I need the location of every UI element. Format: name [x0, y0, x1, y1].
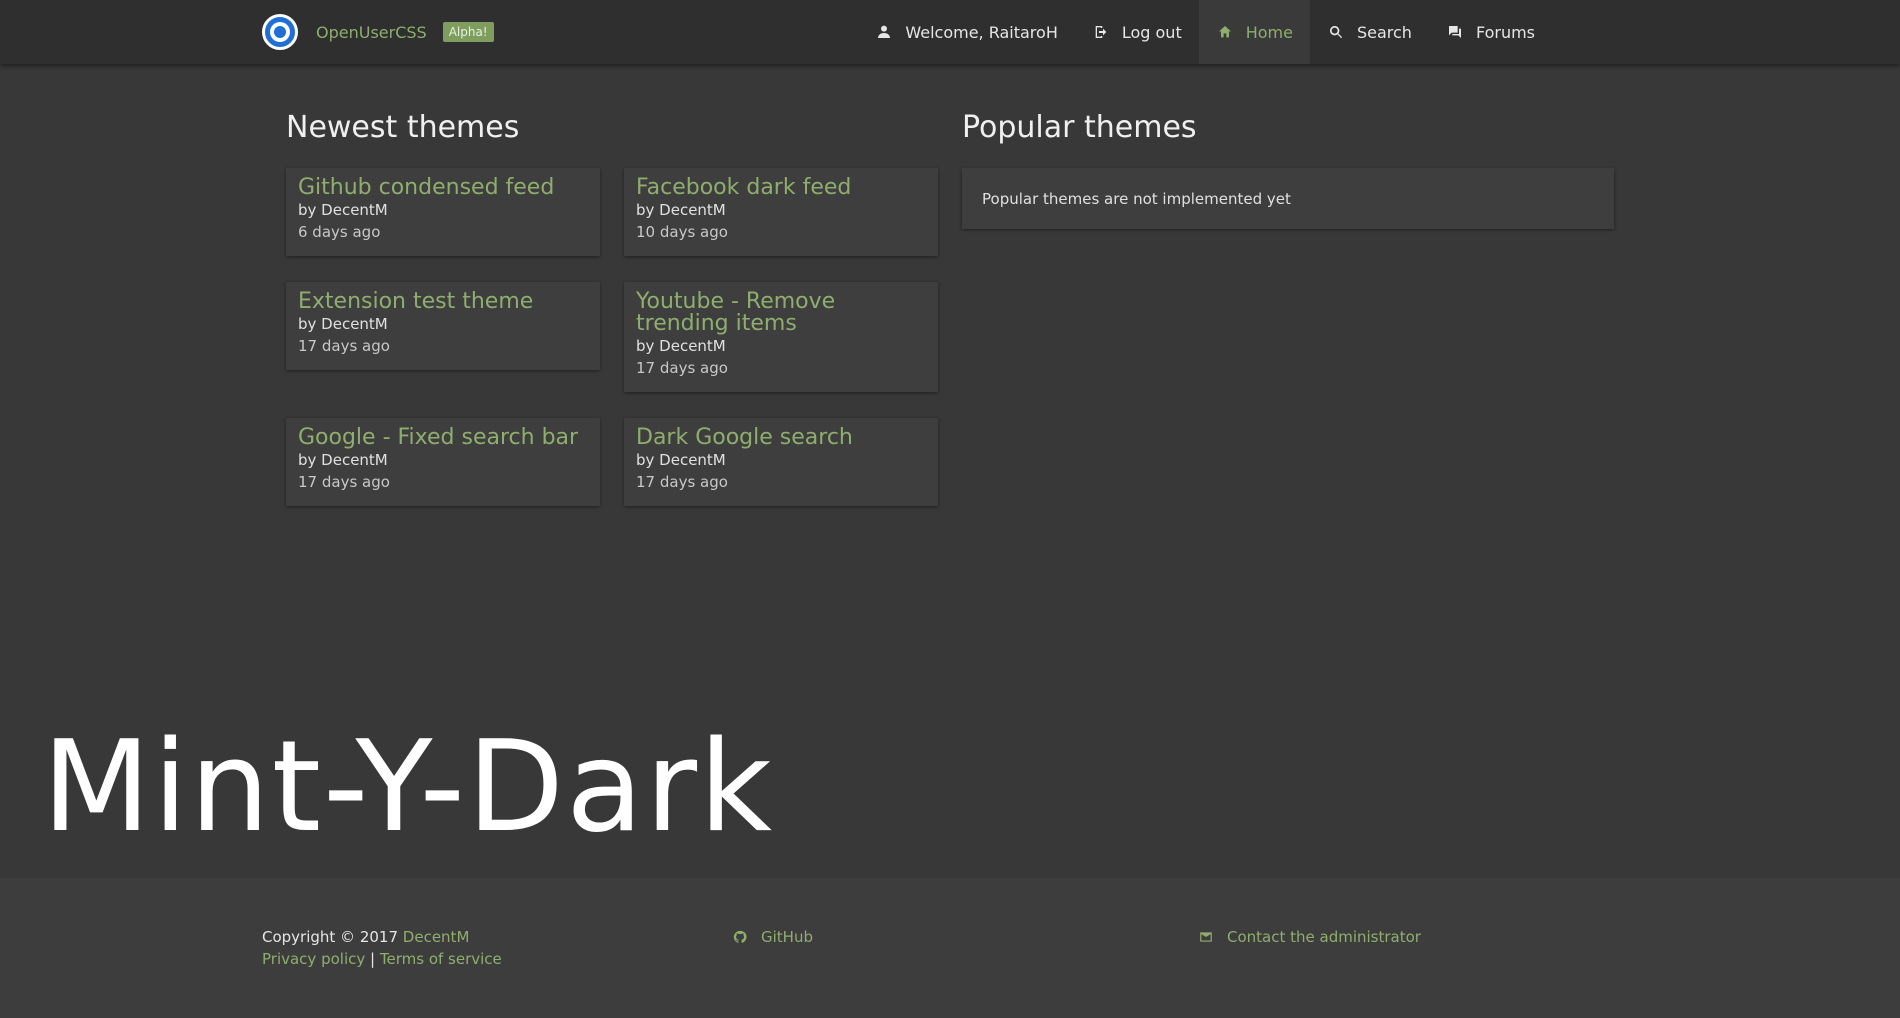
popular-themes-notice: Popular themes are not implemented yet — [962, 168, 1614, 229]
mail-icon — [1198, 929, 1214, 945]
github-link-label: GitHub — [761, 928, 813, 946]
theme-time: 17 days ago — [636, 359, 728, 377]
theme-name-watermark: Mint-Y-Dark — [42, 713, 774, 860]
theme-title[interactable]: Facebook dark feed — [636, 177, 926, 199]
person-icon — [875, 23, 893, 41]
nav-search-label: Search — [1356, 22, 1412, 42]
author-link[interactable]: DecentM — [403, 928, 470, 946]
nav-forums[interactable]: Forums — [1429, 0, 1552, 64]
theme-time: 17 days ago — [298, 473, 390, 491]
newest-themes-section: Newest themes Github condensed feed by D… — [286, 108, 938, 528]
theme-time: 17 days ago — [636, 473, 728, 491]
theme-author: by DecentM — [298, 201, 388, 219]
newest-themes-list: Github condensed feed by DecentM 6 days … — [286, 168, 938, 528]
logout-icon — [1092, 23, 1110, 41]
privacy-policy-link[interactable]: Privacy policy — [262, 950, 365, 968]
top-navbar: OpenUserCSS Alpha! Welcome, RaitaroH Log… — [0, 0, 1900, 64]
nav-welcome-label: Welcome, RaitaroH — [905, 22, 1058, 42]
nav-logout[interactable]: Log out — [1075, 0, 1199, 64]
popular-themes-message: Popular themes are not implemented yet — [982, 189, 1291, 208]
theme-card[interactable]: Google - Fixed search bar by DecentM 17 … — [286, 418, 600, 506]
theme-title[interactable]: Extension test theme — [298, 291, 588, 313]
theme-author: by DecentM — [636, 337, 726, 355]
theme-title[interactable]: Google - Fixed search bar — [298, 427, 588, 449]
theme-time: 17 days ago — [298, 337, 390, 355]
terms-of-service-link[interactable]: Terms of service — [380, 950, 502, 968]
theme-title[interactable]: Dark Google search — [636, 427, 926, 449]
theme-time: 6 days ago — [298, 223, 381, 241]
nav-home[interactable]: Home — [1198, 0, 1310, 64]
contact-admin-link[interactable]: Contact the administrator — [1198, 926, 1421, 948]
openusercss-logo[interactable] — [262, 14, 298, 50]
footer: Copyright © 2017 DecentM Privacy policy … — [0, 878, 1900, 1018]
forum-icon — [1446, 23, 1464, 41]
brand[interactable]: OpenUserCSS Alpha! — [262, 14, 494, 50]
alpha-badge: Alpha! — [442, 22, 494, 42]
nav-home-label: Home — [1245, 22, 1293, 42]
theme-card[interactable]: Extension test theme by DecentM 17 days … — [286, 282, 600, 370]
nav-logout-label: Log out — [1121, 22, 1182, 42]
theme-author: by DecentM — [636, 451, 726, 469]
brand-name[interactable]: OpenUserCSS — [316, 23, 427, 42]
footer-separator: | — [370, 950, 376, 968]
theme-card[interactable]: Dark Google search by DecentM 17 days ag… — [624, 418, 938, 506]
search-icon — [1327, 23, 1345, 41]
newest-themes-title: Newest themes — [286, 110, 520, 145]
theme-title[interactable]: Github condensed feed — [298, 177, 588, 199]
popular-themes-title: Popular themes — [962, 110, 1197, 145]
contact-admin-label: Contact the administrator — [1227, 928, 1421, 946]
home-icon — [1216, 23, 1234, 41]
nav-forums-label: Forums — [1475, 22, 1535, 42]
theme-time: 10 days ago — [636, 223, 728, 241]
nav-welcome[interactable]: Welcome, RaitaroH — [858, 0, 1075, 64]
popular-themes-section: Popular themes Popular themes are not im… — [962, 108, 1614, 229]
theme-card[interactable]: Facebook dark feed by DecentM 10 days ag… — [624, 168, 938, 256]
theme-author: by DecentM — [298, 315, 388, 333]
theme-card[interactable]: Github condensed feed by DecentM 6 days … — [286, 168, 600, 256]
nav-search[interactable]: Search — [1310, 0, 1429, 64]
github-link[interactable]: GitHub — [732, 926, 813, 948]
main-nav: Welcome, RaitaroH Log out Home Search Fo… — [858, 0, 1552, 64]
theme-card[interactable]: Youtube - Remove trending items by Decen… — [624, 282, 938, 392]
theme-author: by DecentM — [636, 201, 726, 219]
theme-author: by DecentM — [298, 451, 388, 469]
footer-copyright-block: Copyright © 2017 DecentM Privacy policy … — [262, 926, 502, 970]
copyright-text: Copyright © 2017 — [262, 928, 399, 946]
github-icon — [732, 929, 748, 945]
theme-title[interactable]: Youtube - Remove trending items — [636, 291, 926, 335]
